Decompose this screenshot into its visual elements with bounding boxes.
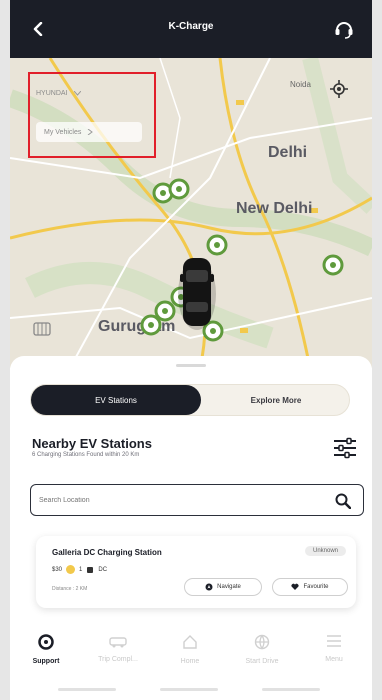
favourite-label: Favourite <box>303 584 329 590</box>
nav-label: Start Drive <box>245 658 279 665</box>
nav-indicator <box>58 688 116 691</box>
crosshair-icon <box>330 80 348 98</box>
chevron-right-icon <box>88 129 94 135</box>
map-layers-button[interactable] <box>32 320 52 338</box>
phone-screen: K-Charge Noida Delhi New Delhi Gurugram … <box>10 0 372 700</box>
nav-label: Trip Compl... <box>98 656 138 663</box>
menu-icon <box>327 635 341 647</box>
tab-explore-more[interactable]: Explore More <box>201 385 351 415</box>
nav-indicator <box>262 688 320 691</box>
nearby-subtitle: 6 Charging Stations Found within 20 Km <box>32 452 140 458</box>
vehicle-brand-select[interactable]: HYUNDAI <box>36 86 116 100</box>
station-tabs: EV Stations Explore More <box>30 384 350 416</box>
map-label-noida: Noida <box>290 80 311 89</box>
highlighted-filter-box: HYUNDAI My Vehicles <box>28 72 156 158</box>
nav-label: Menu <box>325 656 343 663</box>
map-view[interactable]: Noida Delhi New Delhi Gurugram HYUNDAI M… <box>10 58 372 368</box>
car-icon <box>109 637 127 648</box>
globe-icon <box>254 634 270 650</box>
nav-item-trip-completed[interactable]: Trip Compl... <box>82 634 154 680</box>
navigate-icon <box>205 583 213 591</box>
heart-icon <box>291 583 300 590</box>
bolt-icon <box>66 565 76 574</box>
nav-label: Support <box>32 658 60 665</box>
station-name: Galleria DC Charging Station <box>52 548 162 557</box>
navigate-button[interactable]: Navigate <box>184 578 262 596</box>
nearby-title: Nearby EV Stations <box>32 436 152 451</box>
nav-label: Home <box>180 658 200 665</box>
my-vehicles-link[interactable]: My Vehicles <box>36 122 142 142</box>
page-title: K-Charge <box>168 21 214 32</box>
car-location-icon <box>178 258 216 330</box>
nav-item-start-drive[interactable]: Start Drive <box>226 634 298 680</box>
layers-icon <box>33 322 51 336</box>
top-bar: K-Charge <box>10 0 372 58</box>
station-meta: $30 1 DC <box>52 565 107 574</box>
vehicle-brand-value: HYUNDAI <box>36 89 68 97</box>
plug-icon <box>87 566 94 573</box>
search-button[interactable] <box>333 491 353 511</box>
station-distance: Distance : 2 KM <box>52 586 88 592</box>
home-icon <box>183 635 197 649</box>
search-bar <box>30 484 364 516</box>
map-label-new-delhi: New Delhi <box>236 200 313 217</box>
map-label-delhi: Delhi <box>268 144 308 161</box>
stations-bottom-sheet: EV Stations Explore More Nearby EV Stati… <box>10 356 372 700</box>
station-connectors: 1 <box>79 566 83 573</box>
nav-indicator <box>160 688 218 691</box>
station-type: DC <box>98 566 108 573</box>
search-icon <box>335 493 351 509</box>
navigate-label: Navigate <box>217 584 241 590</box>
locate-me-button[interactable] <box>328 78 350 100</box>
my-vehicles-label: My Vehicles <box>44 128 82 136</box>
headset-icon <box>335 22 353 39</box>
station-power: $30 <box>52 566 63 573</box>
status-badge: Unknown <box>304 546 346 556</box>
nav-item-home[interactable]: Home <box>154 634 226 680</box>
support-icon <box>38 634 54 650</box>
station-card[interactable]: Galleria DC Charging Station Unknown $30… <box>36 536 356 608</box>
tab-ev-stations[interactable]: EV Stations <box>31 385 201 415</box>
nav-item-menu[interactable]: Menu <box>298 634 370 680</box>
bottom-navigation: Support Trip Compl... Home Start Drive M… <box>10 626 372 700</box>
ev-station-pin[interactable] <box>168 178 190 200</box>
sheet-drag-handle[interactable] <box>176 364 206 367</box>
sliders-icon <box>334 437 356 459</box>
support-button[interactable] <box>330 15 358 43</box>
ev-station-pin[interactable] <box>322 254 344 276</box>
search-input[interactable] <box>39 491 319 509</box>
filter-button[interactable] <box>332 436 358 460</box>
chevron-down-icon <box>73 90 81 96</box>
favourite-button[interactable]: Favourite <box>272 578 348 596</box>
ev-station-pin[interactable] <box>140 314 162 336</box>
ev-station-pin[interactable] <box>206 234 228 256</box>
nav-item-support[interactable]: Support <box>10 634 82 680</box>
